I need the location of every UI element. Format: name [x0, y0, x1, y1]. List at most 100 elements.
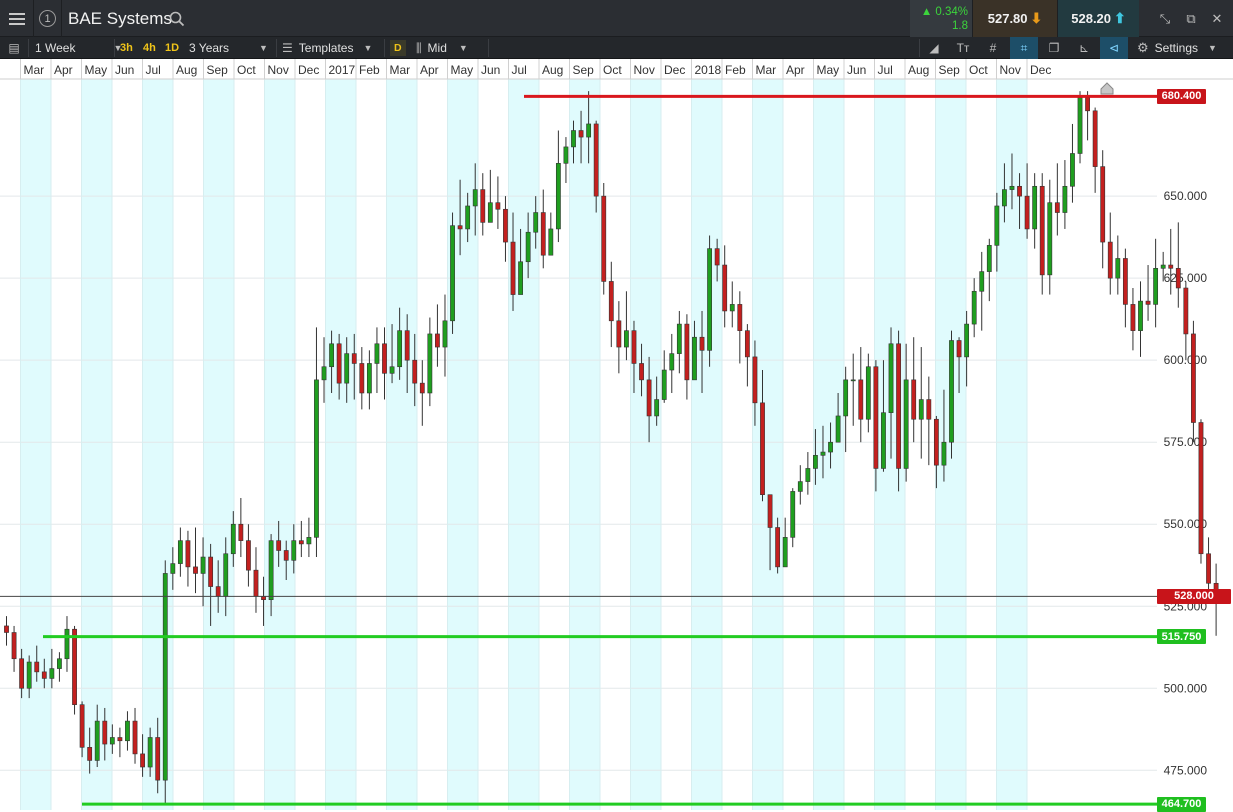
- month-band: [508, 79, 539, 810]
- templates-select[interactable]: ☰ Templates ▼: [282, 37, 372, 59]
- date-tick-label: Apr: [54, 63, 73, 77]
- candle-body: [1009, 185, 1015, 190]
- date-tick-label: Dec: [664, 63, 685, 77]
- candle-body: [419, 382, 425, 394]
- date-tick-label: Jul: [878, 63, 893, 77]
- settings-button[interactable]: ⚙ Settings ▼: [1137, 37, 1217, 59]
- candle-body: [926, 399, 932, 420]
- candle-body: [359, 363, 365, 394]
- date-tick-label: Feb: [725, 63, 746, 77]
- candle-body: [147, 737, 153, 768]
- chart-marker-icon: [1100, 82, 1114, 95]
- level-price-tag: 680.400: [1157, 88, 1206, 104]
- candle-body: [850, 379, 856, 382]
- candle-body: [193, 566, 198, 574]
- chevron-down-icon: ▼: [458, 43, 468, 53]
- crosshair-icon[interactable]: ⌗: [1010, 37, 1038, 59]
- menu-icon[interactable]: [0, 0, 34, 37]
- arrow-down-icon: ⬇: [1030, 10, 1043, 26]
- grid-icon[interactable]: #: [979, 37, 1007, 59]
- level-price-tag: 515.750: [1157, 629, 1206, 645]
- candle-body: [518, 261, 523, 295]
- month-band: [142, 79, 173, 810]
- search-icon[interactable]: [168, 0, 186, 37]
- candle-body: [472, 189, 478, 207]
- candle-body: [465, 205, 471, 230]
- buy-price-button[interactable]: 528.20 ⬆: [1057, 0, 1139, 37]
- candle-body: [487, 202, 493, 223]
- candle-body: [208, 556, 214, 587]
- quick-interval-4h[interactable]: 4h: [143, 37, 156, 59]
- candle-body: [1002, 189, 1007, 207]
- month-band: [203, 79, 234, 810]
- date-tick-label: Mar: [756, 63, 777, 77]
- price-type-select[interactable]: ⫼ Mid ▼: [416, 37, 468, 59]
- candle-body: [835, 415, 841, 443]
- instrument-title[interactable]: BAE Systems: [68, 0, 172, 37]
- candle-body: [1039, 185, 1045, 276]
- candle-body: [1100, 166, 1106, 243]
- chart-type-badge[interactable]: D: [390, 37, 406, 59]
- date-tick-label: May: [817, 63, 840, 77]
- candle-body: [805, 468, 811, 482]
- candle-body: [676, 323, 682, 354]
- candle-body: [374, 343, 380, 364]
- candle-body: [782, 537, 788, 568]
- layers-icon[interactable]: ❐: [1040, 37, 1068, 59]
- date-tick-label: Apr: [420, 63, 439, 77]
- candle-body: [1062, 185, 1068, 213]
- price-chart[interactable]: Mar Apr May Jun Jul Aug Sep Oct Nov Dec 2017 Feb Mar…: [0, 59, 1233, 812]
- candle-body: [888, 343, 894, 413]
- candle-body: [956, 340, 962, 358]
- draw-line-icon[interactable]: ◢: [920, 37, 948, 59]
- candle-body: [11, 632, 17, 660]
- candle-body: [4, 625, 9, 633]
- candle-body: [215, 586, 221, 597]
- candle-body: [117, 737, 123, 742]
- text-tool-icon[interactable]: Tт: [949, 37, 977, 59]
- candle-body: [336, 343, 342, 384]
- candle-body: [397, 330, 403, 368]
- candle-body: [389, 366, 395, 374]
- candle-body: [412, 359, 418, 384]
- candle-body: [230, 523, 236, 555]
- quick-interval-3h[interactable]: 3h: [120, 37, 133, 59]
- candle-body: [72, 628, 77, 705]
- candle-body: [1047, 202, 1053, 276]
- candlestick-chart[interactable]: Mar Apr May Jun Jul Aug Sep Oct Nov Dec 2017 Feb Mar…: [0, 59, 1233, 810]
- candle-body: [1138, 300, 1143, 331]
- month-band: [20, 79, 51, 810]
- candle-body: [366, 363, 372, 394]
- date-tick-label: Sep: [573, 63, 595, 77]
- date-tick-label: Oct: [969, 63, 988, 77]
- alert-count-icon[interactable]: 1: [34, 0, 62, 37]
- candle-body: [639, 363, 644, 381]
- candle-body: [140, 753, 145, 768]
- close-icon[interactable]: ✕: [1204, 0, 1230, 37]
- sell-price-button[interactable]: 527.80 ⬇: [972, 0, 1057, 37]
- candle-body: [752, 356, 758, 404]
- candle-body: [820, 451, 826, 456]
- candle-body: [329, 343, 334, 368]
- quick-interval-1d[interactable]: 1D: [165, 37, 179, 59]
- candle-body: [767, 494, 773, 528]
- interval-select[interactable]: 1 Week ▼: [35, 37, 122, 59]
- candle-body: [495, 202, 501, 210]
- candle-body: [737, 304, 743, 331]
- candle-body: [19, 658, 25, 689]
- candle-body: [578, 130, 584, 138]
- list-icon[interactable]: ▤: [2, 37, 26, 59]
- collapse-icon[interactable]: ⤡: [1152, 0, 1178, 37]
- candle-body: [571, 130, 576, 148]
- candle-body: [896, 343, 901, 469]
- indicator-icon[interactable]: ⊾: [1070, 37, 1098, 59]
- date-tick-label: Apr: [786, 63, 805, 77]
- candle-body: [457, 225, 463, 230]
- label-tool-icon[interactable]: ⊲: [1100, 37, 1128, 59]
- popout-icon[interactable]: ⧉: [1178, 0, 1204, 37]
- chevron-down-icon: ▼: [259, 43, 268, 53]
- chevron-down-icon: ▼: [1208, 43, 1217, 53]
- date-tick-label: Aug: [176, 63, 197, 77]
- candle-body: [979, 271, 985, 292]
- range-select[interactable]: 3 Years ▼: [189, 37, 268, 59]
